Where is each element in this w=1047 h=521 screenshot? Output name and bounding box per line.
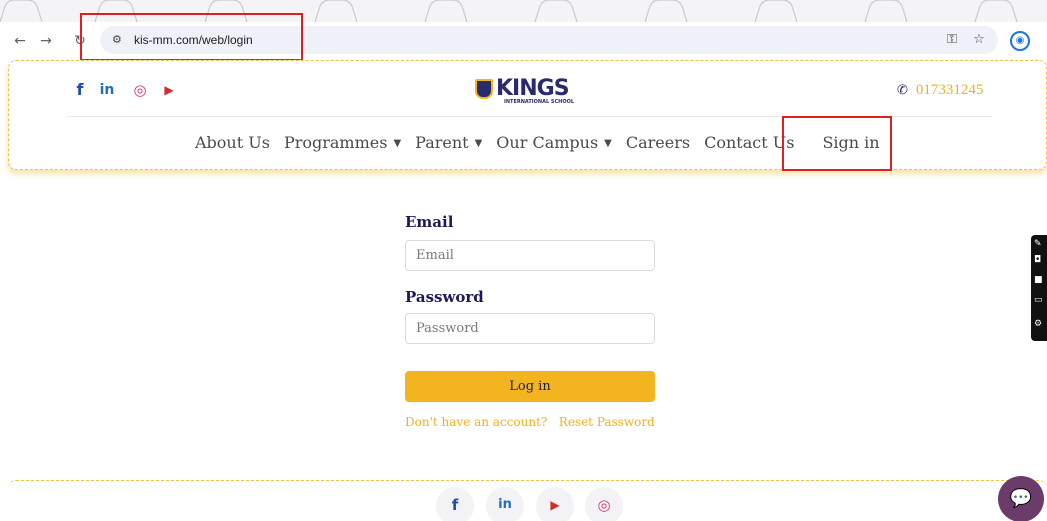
- forward-icon[interactable]: →: [36, 31, 56, 51]
- back-icon[interactable]: ←: [10, 31, 30, 51]
- linkedin-icon[interactable]: in: [98, 79, 116, 101]
- window-icon[interactable]: ▭: [1034, 295, 1046, 305]
- logo-subtext: INTERNATIONAL SCHOOL: [504, 99, 575, 105]
- footer-linkedin-icon[interactable]: in: [486, 487, 524, 521]
- nav-our-campus[interactable]: Our Campus ▼: [496, 131, 612, 155]
- password-label: Password: [405, 288, 484, 306]
- signup-link[interactable]: Don't have an account?: [405, 415, 547, 429]
- phone-number: 017331245: [915, 82, 984, 98]
- site-footer: [8, 480, 1047, 521]
- gear-icon[interactable]: ⚙: [1034, 319, 1046, 329]
- facebook-icon[interactable]: f: [73, 79, 87, 101]
- phone-icon: ✆: [897, 83, 908, 98]
- reload-icon[interactable]: ↻: [70, 31, 90, 51]
- browser-toolbar: ← → ↻ ⚙ kis-mm.com/web/login ⚿ ☆ ◉: [0, 22, 1047, 60]
- chevron-down-icon: ▼: [604, 138, 612, 149]
- email-label: Email: [405, 213, 454, 231]
- chat-icon[interactable]: 💬: [998, 476, 1044, 521]
- nav-parent[interactable]: Parent ▼: [415, 131, 482, 155]
- instagram-icon[interactable]: ◎: [131, 79, 149, 101]
- pin-icon[interactable]: ✎: [1034, 239, 1046, 249]
- footer-instagram-icon[interactable]: ◎: [585, 487, 623, 521]
- bookmark-star-icon[interactable]: ☆: [970, 31, 988, 49]
- tabstrip-pattern: [0, 0, 1018, 22]
- logo-shield-icon: [475, 79, 493, 99]
- nav-contact-us[interactable]: Contact Us: [704, 131, 794, 155]
- footer-facebook-icon[interactable]: f: [436, 487, 474, 521]
- site-info-icon[interactable]: ⚙: [112, 32, 128, 48]
- password-field[interactable]: [405, 313, 655, 344]
- chevron-down-icon: ▼: [393, 138, 402, 149]
- browser-tabstrip: [0, 0, 1047, 22]
- nav-programmes[interactable]: Programmes ▼: [284, 131, 401, 155]
- address-url[interactable]: kis-mm.com/web/login: [134, 32, 253, 48]
- nav-careers[interactable]: Careers: [626, 131, 690, 155]
- kings-logo[interactable]: KINGS INTERNATIONAL SCHOOL: [475, 76, 595, 106]
- reset-password-link[interactable]: Reset Password: [559, 415, 655, 429]
- camera-icon[interactable]: ◘: [1034, 255, 1046, 265]
- screen-icon[interactable]: ■: [1034, 275, 1046, 285]
- nav-sign-in[interactable]: Sign in: [822, 131, 879, 155]
- main-nav: About Us Programmes ▼ Parent ▼ Our Campus ▼…: [195, 131, 894, 155]
- phone-link[interactable]: ✆ 017331245: [897, 79, 983, 101]
- chevron-down-icon: ▼: [474, 138, 483, 149]
- address-bar[interactable]: ⚙ kis-mm.com/web/login ⚿ ☆: [100, 26, 998, 54]
- form-links: Don't have an account? Reset Password: [405, 413, 655, 431]
- nav-about-us[interactable]: About Us: [195, 131, 270, 155]
- password-key-icon[interactable]: ⚿: [943, 31, 961, 49]
- footer-youtube-icon[interactable]: ▶: [536, 487, 574, 521]
- site-header: f in ◎ ▶ KINGS INTERNATIONAL SCHOOL ✆ 017…: [8, 60, 1047, 170]
- youtube-icon[interactable]: ▶: [160, 79, 178, 101]
- header-divider: [67, 116, 992, 117]
- login-button[interactable]: Log in: [405, 371, 655, 402]
- email-field[interactable]: [405, 240, 655, 271]
- profile-icon[interactable]: ◉: [1010, 31, 1030, 51]
- extension-sidebar[interactable]: ✎ ◘ ■ ▭ ⚙: [1031, 235, 1047, 341]
